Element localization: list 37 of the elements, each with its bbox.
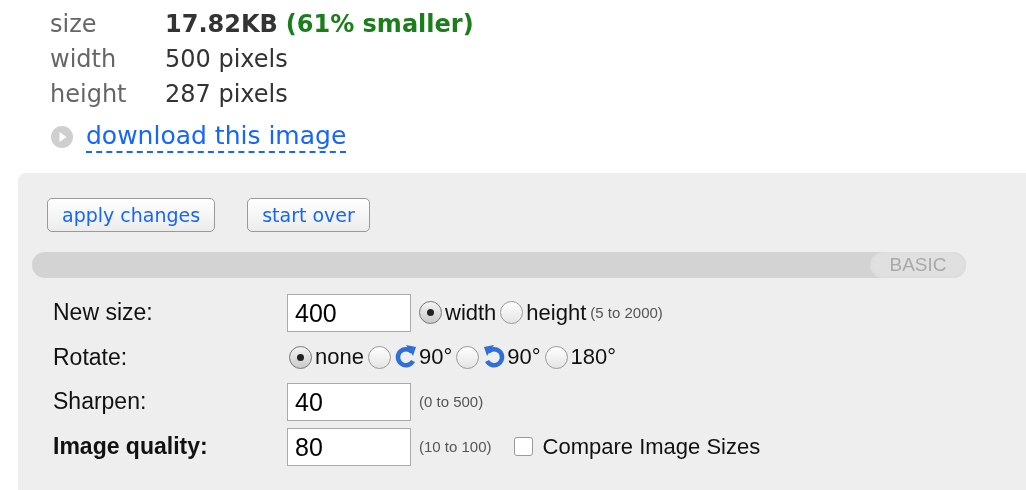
input-field[interactable]: 400: [287, 293, 411, 332]
checkbox-label: Compare Image Sizes: [542, 433, 761, 460]
radio-label: 90°: [418, 344, 453, 370]
range-hint: (10 to 100): [419, 438, 492, 455]
action-button[interactable]: apply changes: [47, 198, 216, 232]
info-value: 17.82KB: [165, 9, 278, 38]
rotate-clockwise-icon: [393, 344, 418, 370]
radio-button[interactable]: [500, 301, 524, 324]
info-label: size: [50, 9, 98, 38]
range-hint: (0 to 500): [419, 393, 484, 410]
radio-label: 180°: [570, 344, 617, 370]
radio-button[interactable]: [419, 301, 442, 324]
radio-button[interactable]: [456, 345, 480, 369]
radio-label: none: [315, 344, 364, 370]
radio-label: 90°: [507, 344, 541, 370]
field-label: Rotate:: [53, 343, 129, 371]
info-label: width: [50, 44, 118, 73]
radio-label: width: [445, 299, 497, 326]
input-field[interactable]: 80: [287, 427, 411, 466]
field-label: Image quality:: [53, 433, 209, 460]
radio-button[interactable]: [289, 345, 312, 369]
info-label: height: [50, 79, 128, 108]
radio-button[interactable]: [367, 345, 391, 369]
radio-button[interactable]: [544, 345, 568, 369]
checkbox[interactable]: [513, 437, 533, 456]
input-field[interactable]: 40: [287, 382, 411, 421]
savings-note: (61% smaller): [285, 9, 474, 38]
download-link[interactable]: download this image: [86, 121, 347, 153]
field-label: New size:: [53, 299, 154, 326]
range-hint: (5 to 2000): [590, 304, 663, 321]
info-value: 500 pixels: [165, 44, 288, 73]
info-value: 287 pixels: [165, 79, 288, 108]
field-label: Sharpen:: [53, 388, 148, 415]
play-icon: [50, 125, 74, 149]
rotate-counterclockwise-icon: [482, 344, 507, 370]
action-button[interactable]: start over: [247, 198, 370, 232]
radio-label: height: [526, 299, 587, 326]
